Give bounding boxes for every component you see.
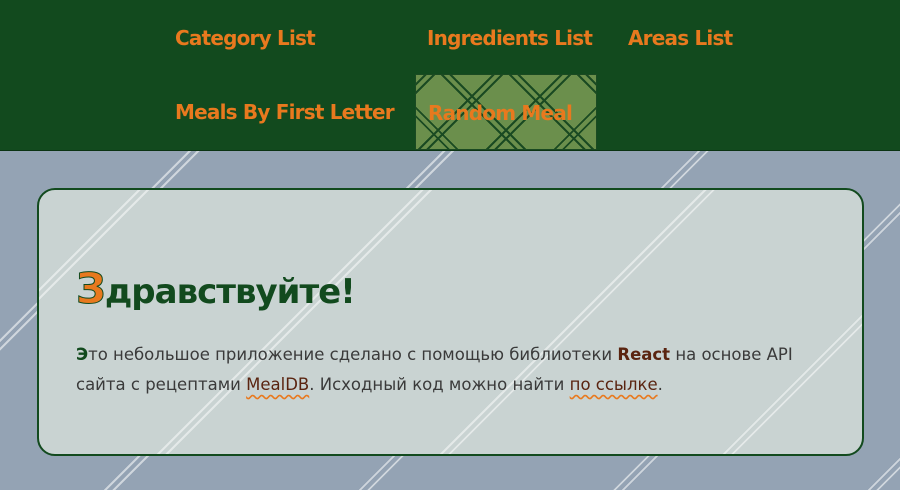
source-code-link[interactable]: по ссылке (570, 375, 658, 394)
top-navigation: Category List Ingredients List Areas Lis… (0, 0, 900, 151)
mealdb-link[interactable]: MealDB (246, 375, 309, 394)
nav-areas-list[interactable]: Areas List (616, 0, 744, 76)
intro-text-end: . (657, 375, 663, 394)
intro-first-letter: Э (76, 345, 89, 364)
intro-text: Это небольшое приложение сделано с помощ… (76, 340, 836, 400)
react-link[interactable]: React (617, 345, 670, 364)
heading-rest: дравствуйте! (104, 272, 356, 312)
nav-category-list[interactable]: Category List (163, 0, 327, 76)
welcome-card: Здравствуйте! Это небольшое приложение с… (37, 188, 864, 456)
intro-text-part3: . Исходный код можно найти (309, 375, 570, 394)
nav-random-meal[interactable]: Random Meal (415, 74, 597, 150)
nav-ingredients-list[interactable]: Ingredients List (415, 0, 604, 76)
intro-text-part1: то небольшое приложение сделано с помощь… (88, 345, 618, 364)
welcome-heading: Здравствуйте! (76, 264, 356, 314)
heading-first-letter: З (76, 264, 107, 314)
nav-meals-by-first-letter[interactable]: Meals By First Letter (163, 74, 406, 150)
